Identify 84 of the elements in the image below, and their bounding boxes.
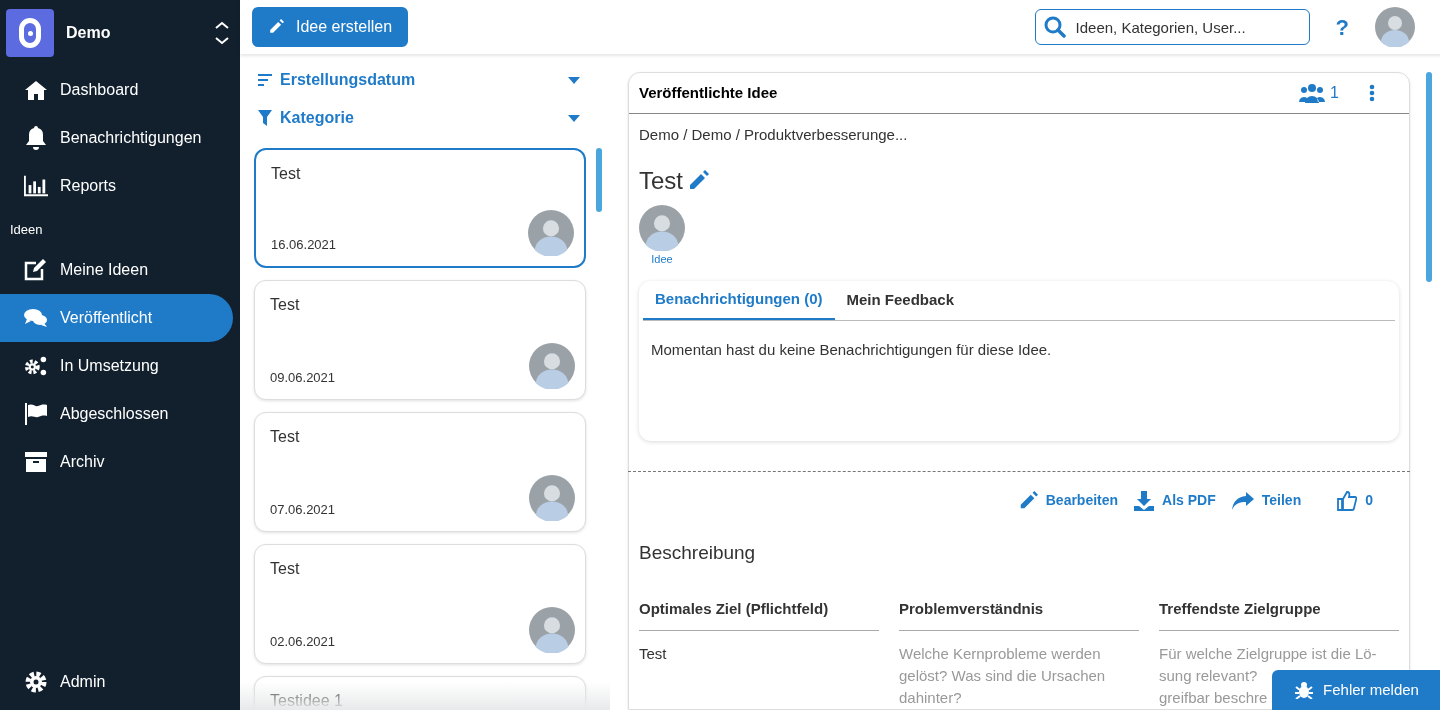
idea-date: 07.06.2021 bbox=[270, 500, 336, 519]
share-icon bbox=[1231, 491, 1254, 510]
nav-item[interactable]: Archiv bbox=[0, 437, 233, 486]
filter-dropdown[interactable]: Kategorie bbox=[254, 106, 580, 130]
author-label: Idee bbox=[651, 251, 673, 267]
empty-message: Momentan hast du keine Benachrichtigungen für diese Idee. bbox=[651, 340, 1053, 360]
like-button[interactable]: 0 bbox=[1337, 490, 1373, 511]
breadcrumb[interactable]: Demo / Demo / Produktverbesserunge... bbox=[639, 124, 908, 147]
bell-icon bbox=[25, 126, 47, 150]
nav-item[interactable]: In Umsetzung bbox=[0, 341, 233, 390]
action-link[interactable]: Als PDF bbox=[1134, 490, 1216, 511]
chat-icon bbox=[24, 307, 48, 328]
download-icon bbox=[1134, 490, 1155, 511]
idea-title: Test bbox=[639, 165, 683, 196]
help-link[interactable]: ? bbox=[1335, 10, 1349, 44]
idea-card[interactable]: Test 16.06.2021 bbox=[254, 148, 586, 268]
bug-icon bbox=[1295, 681, 1314, 699]
pencil-icon[interactable] bbox=[687, 169, 709, 192]
search-icon bbox=[1043, 16, 1066, 38]
hint-line: Welche Kernprobleme werden bbox=[899, 644, 1101, 664]
idea-title: Test bbox=[270, 427, 300, 447]
avatar bbox=[528, 210, 574, 256]
hint-line: dahinter? bbox=[899, 688, 962, 708]
caret-icon bbox=[568, 114, 580, 122]
filter-icon bbox=[258, 110, 272, 126]
avatar[interactable] bbox=[1375, 7, 1415, 47]
field-value: Test bbox=[639, 644, 667, 664]
caret-icon bbox=[568, 76, 580, 84]
idea-card[interactable]: Test 09.06.2021 bbox=[254, 280, 586, 400]
settings-icon bbox=[25, 671, 47, 693]
report-bug-button[interactable]: Fehler melden bbox=[1272, 670, 1440, 710]
nav-item[interactable]: Admin bbox=[0, 658, 233, 706]
nav-item[interactable]: Meine Ideen bbox=[0, 245, 233, 294]
edit-icon bbox=[24, 258, 48, 281]
section-heading: Beschreibung bbox=[639, 541, 757, 565]
idea-date: 09.06.2021 bbox=[270, 368, 336, 387]
tab[interactable]: Benachrichtigungen (0) bbox=[643, 281, 835, 320]
nav-item[interactable]: Abgeschlossen bbox=[0, 389, 233, 438]
idea-title: Testidee 1 bbox=[270, 691, 343, 710]
pencil-icon bbox=[268, 19, 284, 35]
action-link[interactable]: Teilen bbox=[1231, 490, 1302, 511]
home-icon bbox=[25, 80, 47, 100]
flag-icon bbox=[24, 402, 48, 425]
workspace-name[interactable]: Demo bbox=[66, 21, 202, 45]
avatar bbox=[529, 607, 575, 653]
users-icon[interactable] bbox=[1299, 83, 1326, 103]
bar-chart-icon bbox=[24, 175, 48, 197]
scrollbar[interactable] bbox=[1426, 72, 1432, 282]
hint-line: greifbar beschre bbox=[1159, 688, 1268, 708]
idea-title: Test bbox=[270, 295, 300, 315]
hint-line: gelöst? Was sind die Ursachen bbox=[899, 666, 1106, 686]
hint-line: Für welche Zielgruppe ist die Lö- bbox=[1159, 644, 1377, 664]
nav-item[interactable]: Reports bbox=[0, 162, 233, 210]
section-label: Ideen bbox=[9, 221, 44, 239]
column-heading: Optimales Ziel (Pflichtfeld) bbox=[639, 597, 879, 631]
idea-date: 16.06.2021 bbox=[271, 235, 337, 254]
idea-title: Test bbox=[271, 164, 301, 184]
nav-item[interactable]: Benachrichtigungen bbox=[0, 114, 233, 162]
idea-card[interactable]: Test 02.06.2021 bbox=[254, 544, 586, 664]
create-idea-button[interactable]: Idee erstellen bbox=[252, 7, 409, 47]
more-icon[interactable] bbox=[1369, 84, 1375, 102]
chevron-icon[interactable] bbox=[214, 20, 230, 46]
avatar bbox=[529, 343, 575, 389]
nav-item[interactable]: Dashboard bbox=[0, 66, 233, 114]
filter-dropdown[interactable]: Erstellungsdatum bbox=[254, 68, 580, 92]
thumbs-up-icon bbox=[1337, 490, 1358, 511]
tab[interactable]: Mein Feedback bbox=[834, 281, 967, 320]
scrollbar[interactable] bbox=[596, 148, 602, 212]
workspace-logo bbox=[6, 9, 54, 57]
column-heading: Problemverständnis bbox=[899, 597, 1139, 631]
idea-card[interactable]: Test 07.06.2021 bbox=[254, 412, 586, 532]
column-heading: Treffendste Zielgruppe bbox=[1159, 597, 1399, 631]
idea-title: Test bbox=[270, 559, 300, 579]
action-link[interactable]: Bearbeiten bbox=[1017, 490, 1119, 511]
panel-title: Veröffentlichte Idee bbox=[639, 82, 779, 103]
avatar[interactable] bbox=[639, 204, 685, 251]
nav-item[interactable]: Veröffentlicht bbox=[0, 293, 233, 342]
hint-line: sung relevant? bbox=[1159, 666, 1258, 686]
avatar bbox=[529, 475, 575, 521]
archive-icon bbox=[25, 451, 47, 472]
member-count[interactable]: 1 bbox=[1330, 81, 1339, 105]
search-field[interactable]: Ideen, Kategorien, User... bbox=[1034, 9, 1310, 45]
idea-date: 02.06.2021 bbox=[270, 632, 336, 651]
sort-icon bbox=[258, 74, 272, 86]
